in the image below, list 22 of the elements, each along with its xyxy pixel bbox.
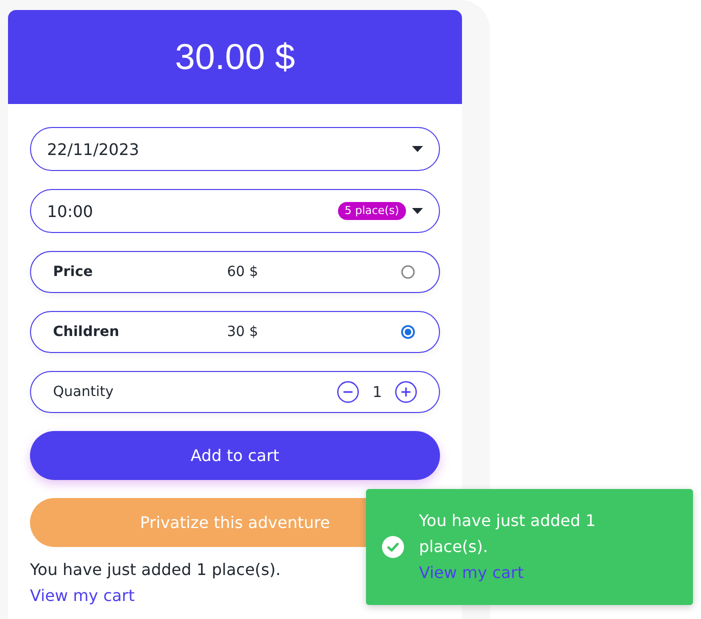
total-price: 30.00 $	[174, 36, 296, 78]
option-price: 30 $	[227, 324, 258, 340]
option-label: Children	[53, 324, 120, 340]
quantity-label: Quantity	[53, 384, 114, 400]
ticket-option[interactable]: Children 30 $	[30, 311, 440, 353]
add-to-cart-button[interactable]: Add to cart	[30, 431, 440, 480]
caret-icon	[412, 208, 423, 214]
ticket-option[interactable]: Price 60 $	[30, 251, 440, 293]
radio-button[interactable]	[401, 265, 415, 279]
check-icon	[382, 536, 404, 558]
confirmation-text: You have just added 1 place(s).	[30, 559, 281, 581]
places-badge: 5 place(s)	[338, 202, 406, 220]
plus-icon[interactable]	[395, 381, 417, 403]
option-price: 60 $	[227, 264, 258, 280]
quantity-value: 1	[372, 383, 382, 401]
date-select[interactable]: 22/11/2023	[30, 127, 440, 171]
radio-button[interactable]	[401, 325, 415, 339]
caret-icon	[412, 146, 423, 152]
minus-icon[interactable]	[337, 381, 360, 403]
view-cart-link[interactable]: View my cart	[30, 583, 135, 609]
option-label: Price	[53, 264, 93, 280]
time-select[interactable]: 10:00 5 place(s)	[30, 189, 440, 233]
